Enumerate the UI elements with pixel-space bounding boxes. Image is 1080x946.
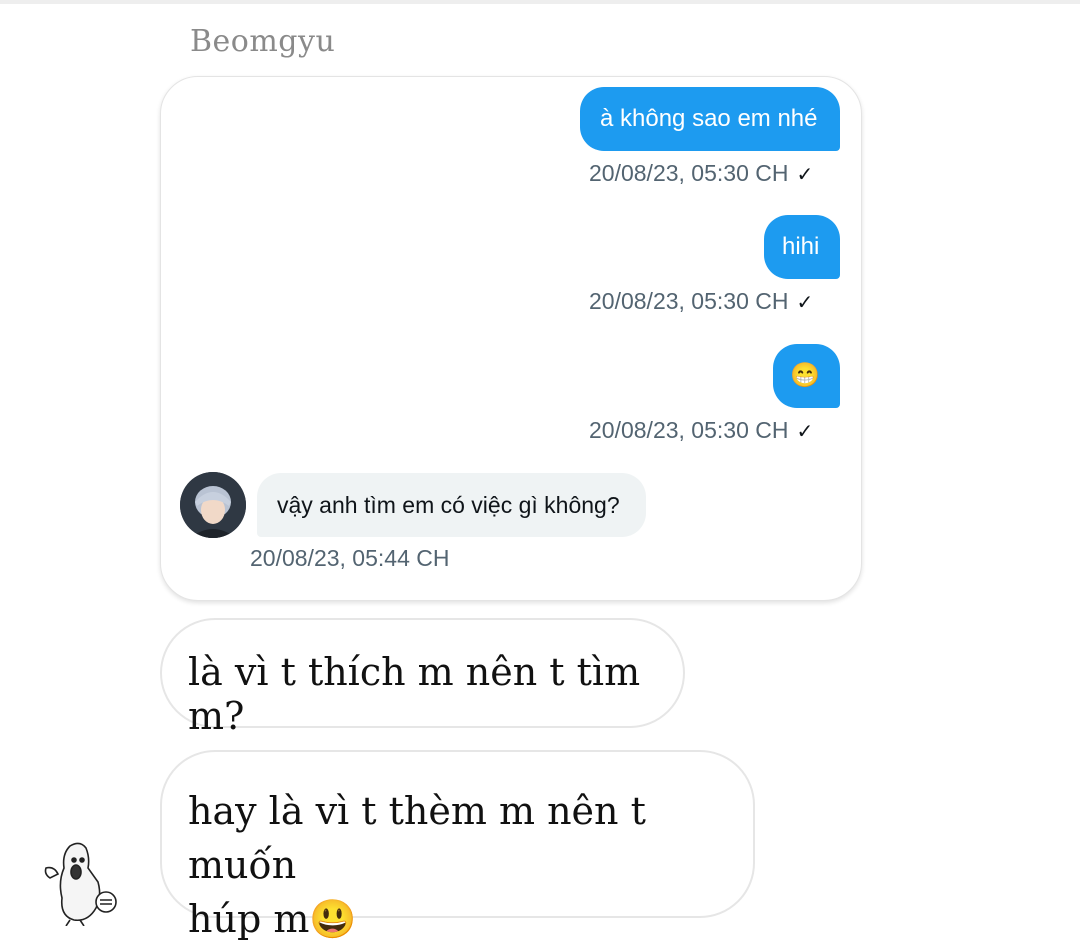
outgoing-message-bubble[interactable]: hihi: [764, 215, 840, 279]
timestamp-text: 20/08/23, 05:30 CH: [589, 160, 789, 186]
meme-sticker-icon: [40, 838, 128, 927]
caption-bubble: hay là vì t thèm m nên t muốn húp m😃: [160, 750, 755, 941]
incoming-message-bubble[interactable]: vậy anh tìm em có việc gì không?: [257, 473, 646, 537]
caption-bubble: là vì t thích m nên t tìm m?: [160, 618, 685, 738]
message-text: hihi: [782, 233, 820, 260]
check-icon: ✓: [796, 164, 814, 186]
check-icon: ✓: [796, 421, 814, 443]
outgoing-emoji-bubble[interactable]: 😁: [773, 344, 840, 408]
message-timestamp: 20/08/23, 05:30 CH ✓: [589, 160, 813, 187]
message-timestamp: 20/08/23, 05:30 CH ✓: [589, 417, 813, 444]
top-divider: [0, 0, 1080, 4]
message-text: vậy anh tìm em có việc gì không?: [277, 492, 620, 518]
timestamp-text: 20/08/23, 05:44 CH: [250, 545, 450, 571]
message-timestamp: 20/08/23, 05:30 CH ✓: [589, 288, 813, 315]
message-text: à không sao em nhé: [600, 105, 818, 132]
caption-text: húp m😃: [188, 897, 357, 941]
caption-text: hay là vì t thèm m nên t muốn: [188, 789, 646, 887]
timestamp-text: 20/08/23, 05:30 CH: [589, 288, 789, 314]
timestamp-text: 20/08/23, 05:30 CH: [589, 417, 789, 443]
sender-name: Beomgyu: [190, 24, 336, 59]
check-icon: ✓: [796, 292, 814, 314]
message-timestamp: 20/08/23, 05:44 CH: [250, 545, 449, 572]
avatar[interactable]: [180, 472, 246, 538]
outgoing-message-bubble[interactable]: à không sao em nhé: [580, 87, 840, 151]
caption-text: là vì t thích m nên t tìm m?: [188, 650, 641, 738]
emoji-text: 😁: [790, 362, 820, 389]
